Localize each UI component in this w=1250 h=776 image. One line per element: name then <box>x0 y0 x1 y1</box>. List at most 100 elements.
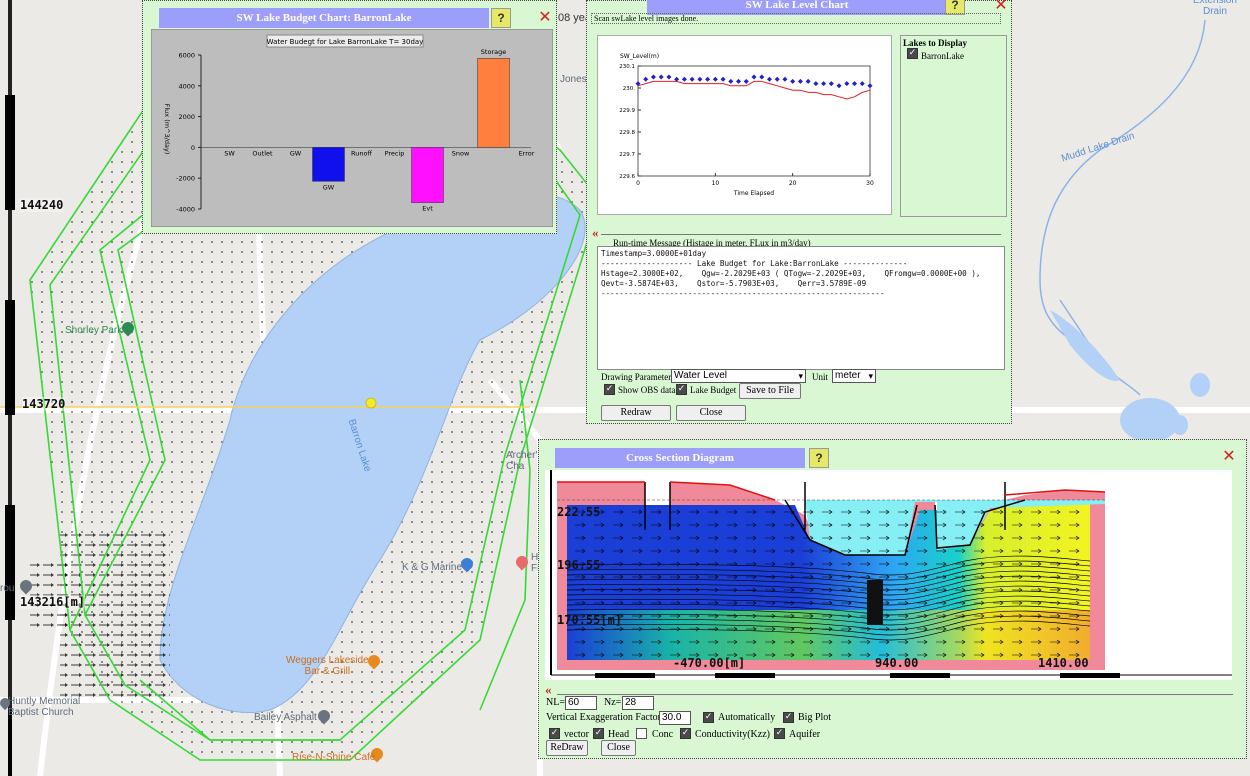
runtime-message-line: Hstage=2.3000E+02, Qgw=-2.2029E+03 ( QTo… <box>601 269 981 278</box>
drawing-parameter-select[interactable]: Water Level <box>671 369 806 383</box>
budget-category-label: SW <box>224 149 235 157</box>
cross-scale-bar <box>595 673 655 678</box>
conductivity-checkbox[interactable]: ✓ <box>680 728 691 739</box>
level-x-tick-label: 20 <box>789 180 797 187</box>
budget-category-label: Runoff <box>351 149 372 157</box>
head-checkbox[interactable]: ✓ <box>593 728 604 739</box>
cross-section-close-icon[interactable]: ✕ <box>1222 448 1236 464</box>
coord-label-bottom: 143216[m] <box>20 595 86 609</box>
automatically-checkbox[interactable]: ✓ <box>703 712 714 723</box>
level-x-label: Time Elapsed <box>733 190 774 197</box>
budget-y-tick-label: 4000 <box>178 82 195 90</box>
level-redraw-button[interactable]: Redraw <box>601 405 671 421</box>
conductivity-label: Conductivity(Kzz) <box>695 729 770 740</box>
depth-label-bottom: 170.55[m] <box>557 613 623 627</box>
lake-level-chart-panel: SW_Level(m) 229.6 229.7 229.8 229.9 230. 230.1… <box>597 35 892 215</box>
lake-level-collapse-icon[interactable]: « <box>592 226 599 239</box>
budget-category-label: GW <box>290 149 302 157</box>
nl-input[interactable]: 60 <box>565 696 597 710</box>
budget-category-label: Error <box>519 149 535 157</box>
budget-y-tick-label: 2000 <box>178 113 195 121</box>
runtime-message-box[interactable]: Timestamp=3.0000E+01day -----------------… <box>597 246 1005 370</box>
budget-y-tick-label: 6000 <box>178 52 195 60</box>
shorley-park-label: Shorley Park <box>65 325 123 336</box>
aquifer-label: Aquifer <box>789 729 821 740</box>
big-plot-checkbox[interactable]: ✓ <box>783 712 794 723</box>
drawing-parameter-label: Drawing Parameter <box>601 372 672 382</box>
level-y-tick-label: 230. <box>623 86 635 92</box>
x-label-left: -470.00[m] <box>673 656 746 670</box>
lake-level-window[interactable]: SW Lake Level Chart ? ✕ Scan swLake leve… <box>586 0 1012 424</box>
weggers-label: Weggers Lakeside Bar & Grill <box>286 655 369 677</box>
level-x-tick-label: 30 <box>866 180 874 187</box>
cross-pumping-well <box>867 580 883 625</box>
lake-level-status: Scan swLake level images done. <box>591 13 1001 24</box>
budget-chart-title: Water Budegt for Lake BarronLake T= 30da… <box>267 38 424 46</box>
budget-y-tick-label: -2000 <box>176 175 195 183</box>
kg-marine-label: K & G Marine <box>402 562 463 573</box>
budget-category-label: Storage <box>481 48 506 56</box>
level-y-tick-label: 229.8 <box>619 130 635 136</box>
vertical-exaggeration-input[interactable]: 30.0 <box>659 711 691 725</box>
level-y-tick-label: 229.6 <box>619 174 635 180</box>
lake-budget-close-icon[interactable]: ✕ <box>538 9 552 25</box>
lakes-to-display-panel: Lakes to Display ✓ BarronLake <box>900 35 1007 217</box>
lake-budget-title[interactable]: SW Lake Budget Chart: BarronLake <box>159 8 489 28</box>
nz-input[interactable]: 28 <box>622 696 654 710</box>
budget-y-tick-label: 0 <box>191 144 195 152</box>
lake-level-close-icon[interactable]: ✕ <box>994 0 1008 13</box>
level-x-tick-label: 10 <box>712 180 720 187</box>
cross-section-divider <box>557 694 1233 695</box>
runtime-message-header-line <box>601 234 1001 235</box>
lake-level-chart: SW_Level(m) 229.6 229.7 229.8 229.9 230. 230.1… <box>619 53 874 197</box>
lake-budget-checkbox[interactable]: ✓ <box>676 384 687 395</box>
budget-y-tick-label: -4000 <box>176 206 195 214</box>
cross-section-window[interactable]: Cross Section Diagram ? ✕ 222.55 196.55 … <box>538 439 1247 759</box>
unit-label: Unit <box>812 372 829 382</box>
jones-label: Jones <box>560 74 587 85</box>
unit-select[interactable]: meter <box>832 369 876 383</box>
depth-label-mid: 196.55 <box>557 558 601 572</box>
aquifer-checkbox[interactable]: ✓ <box>774 728 785 739</box>
nl-label: NL= <box>546 697 565 708</box>
budget-category-label: Outlet <box>252 149 273 157</box>
extension-drain-label: Extension Drain <box>1193 0 1237 17</box>
lake-barronlake-label: BarronLake <box>921 51 964 61</box>
level-plot-area <box>637 65 871 177</box>
save-to-file-button[interactable]: Save to File <box>739 383 801 399</box>
nz-label: Nz= <box>604 697 622 708</box>
level-close-button[interactable]: Close <box>676 405 746 421</box>
show-obs-checkbox[interactable]: ✓ <box>604 384 615 395</box>
coord-label-mid: 143720 <box>22 397 66 411</box>
conc-label: Conc <box>652 729 674 740</box>
cross-section-collapse-icon[interactable]: « <box>545 683 552 696</box>
runtime-message-line: Timestamp=3.0000E+01day <box>601 249 707 258</box>
x-label-mid: 940.00 <box>875 656 919 670</box>
cross-redraw-button[interactable]: ReDraw <box>546 740 588 756</box>
cross-scale-bar <box>715 673 775 678</box>
coord-label-top: 144240 <box>20 198 64 212</box>
lake-budget-help-button[interactable]: ? <box>491 8 511 28</box>
runtime-message-line: -------------------- Lake Budget for Lak… <box>601 259 908 268</box>
budget-category-label: Snow <box>452 149 470 157</box>
runtime-message-line: ----------------------------------------… <box>601 289 885 298</box>
lake-barronlake-checkbox[interactable]: ✓ <box>907 48 918 59</box>
cross-bottom-band <box>567 610 1090 660</box>
cross-close-button[interactable]: Close <box>601 740 636 756</box>
show-obs-label: Show OBS data <box>618 385 676 395</box>
depth-label-top: 222.55 <box>557 505 601 519</box>
level-x-tick-label: 0 <box>636 180 640 187</box>
budget-category-label: Precip <box>385 149 405 157</box>
big-plot-label: Big Plot <box>798 712 832 723</box>
lake-budget-label: Lake Budget <box>690 385 737 395</box>
level-y-tick-label: 230.1 <box>619 64 635 70</box>
cross-section-help-button[interactable]: ? <box>809 448 829 468</box>
lake-budget-window[interactable]: SW Lake Budget Chart: BarronLake ? ✕ Wat… <box>142 0 557 234</box>
conc-checkbox[interactable] <box>636 728 647 739</box>
cross-section-title[interactable]: Cross Section Diagram <box>555 448 805 468</box>
rise-n-shine-label: Rise-N-Shine Cafe <box>292 752 376 763</box>
level-y-label: SW_Level(m) <box>620 53 659 60</box>
budget-bar <box>411 147 444 203</box>
budget-category-label: Evt <box>422 205 433 213</box>
vector-checkbox[interactable]: ✓ <box>549 728 560 739</box>
